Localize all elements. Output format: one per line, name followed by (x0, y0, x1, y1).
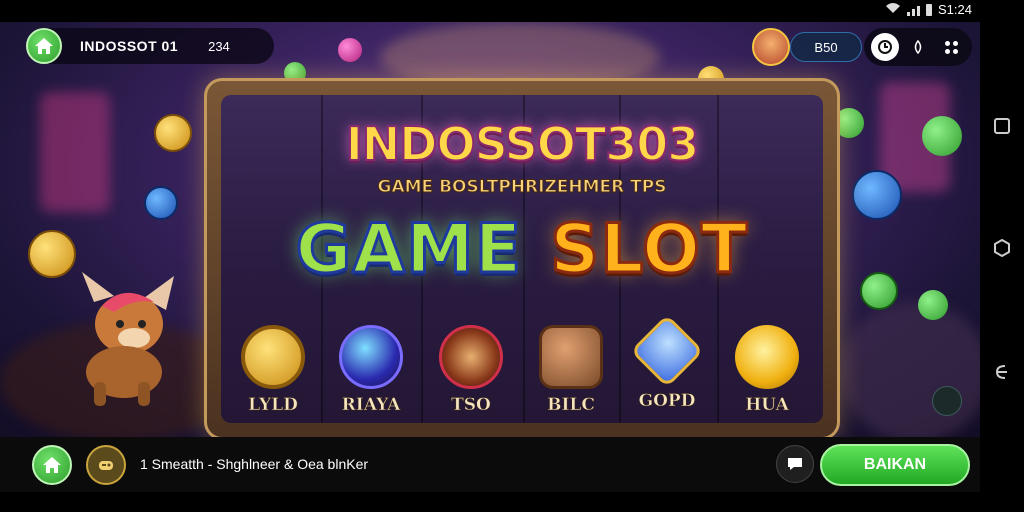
home-nav-button[interactable] (992, 238, 1012, 258)
game-logo: INDOSSOT303 (345, 116, 701, 172)
reel-symbol: TSO (435, 325, 507, 415)
signal-icon (907, 4, 921, 16)
rocks-right (840, 302, 980, 437)
blue-orb-icon (339, 325, 403, 389)
wifi-icon (885, 2, 901, 17)
symbol-label: HUA (745, 395, 789, 416)
bottom-game-button[interactable] (86, 445, 126, 485)
battery-icon (926, 3, 933, 16)
hud-game-title: INDOSSOT 01 (80, 38, 179, 54)
hexagon-home-icon (994, 239, 1010, 257)
home-icon (43, 457, 61, 473)
blue-coin-icon (852, 170, 902, 220)
sound-button[interactable] (904, 33, 932, 61)
recents-icon (994, 118, 1010, 134)
back-button[interactable] (992, 362, 1012, 382)
reel-symbol: BILC (535, 325, 607, 415)
neon-sign-left (40, 92, 110, 212)
reel-symbol: GOPD (630, 314, 704, 412)
recents-button[interactable] (992, 116, 1012, 136)
chat-icon (788, 458, 802, 470)
gold-medal-icon (241, 325, 305, 389)
blue-coin-icon (144, 186, 178, 220)
treasure-pot-icon (539, 325, 603, 389)
symbol-label: RIAYA (341, 395, 401, 416)
status-icons: S1:24 (885, 2, 972, 17)
home-button[interactable] (26, 28, 62, 64)
primary-action-button[interactable]: BAIKAN (820, 444, 970, 486)
gold-coin-icon (28, 230, 76, 278)
drop-icon (914, 40, 922, 54)
red-bow-icon (439, 325, 503, 389)
clock-icon (877, 40, 892, 54)
game-title: GAME SLOT (221, 209, 823, 291)
green-coin-icon (860, 272, 898, 310)
bottom-info-text: 1 Smeatth - Shghlneer & Oea blnKer (140, 456, 369, 472)
screen: S1:24 INDOSSOT303 GAME BOSLTPHRIZEHMER T… (0, 0, 1024, 512)
status-time: S1:24 (938, 2, 972, 17)
green-coin-icon (918, 290, 948, 320)
game-subtitle: GAME BOSLTPHRIZEHMER TPS (377, 177, 667, 198)
bottom-home-button[interactable] (32, 445, 72, 485)
symbol-label: GOPD (638, 391, 696, 412)
hud-counter: 234 (208, 38, 230, 54)
symbol-label: TSO (451, 395, 491, 416)
chat-button[interactable] (776, 445, 814, 483)
reel-symbol: RIAYA (335, 325, 407, 415)
gold-crown-icon (735, 325, 799, 389)
grid-menu-icon (944, 40, 958, 54)
blue-gem-icon (630, 314, 704, 388)
fox-mascot-icon (82, 272, 174, 406)
reel-symbol: LYLD (237, 325, 309, 415)
symbol-label: BILC (547, 395, 595, 416)
gamepad-icon (99, 461, 113, 470)
title-word-game: GAME (294, 209, 523, 291)
menu-button[interactable] (937, 33, 965, 61)
sparkle-icon (932, 386, 962, 416)
slot-reels[interactable]: INDOSSOT303 GAME BOSLTPHRIZEHMER TPS GAM… (221, 95, 823, 423)
title-word-slot: SLOT (549, 209, 749, 291)
game-viewport[interactable]: INDOSSOT303 GAME BOSLTPHRIZEHMER TPS GAM… (0, 22, 980, 437)
hud-title-pill: INDOSSOT 01 234 (26, 28, 274, 64)
player-avatar[interactable] (752, 28, 790, 66)
symbol-label: LYLD (248, 395, 298, 416)
status-bar: S1:24 (0, 0, 1024, 22)
pink-coin-icon (338, 38, 362, 62)
system-nav-bar (980, 22, 1024, 512)
bottom-bar: 1 Smeatth - Shghlneer & Oea blnKer BAIKA… (0, 437, 980, 492)
back-icon (995, 365, 1007, 379)
coin-balance[interactable]: B50 (790, 32, 862, 62)
green-coin-icon (922, 116, 962, 156)
reel-symbol: HUA (731, 325, 803, 415)
timer-button[interactable] (870, 33, 899, 61)
slot-machine-frame: INDOSSOT303 GAME BOSLTPHRIZEHMER TPS GAM… (204, 78, 840, 437)
gold-coin-icon (154, 114, 192, 152)
home-icon (35, 38, 53, 54)
hud-controls (864, 28, 972, 66)
